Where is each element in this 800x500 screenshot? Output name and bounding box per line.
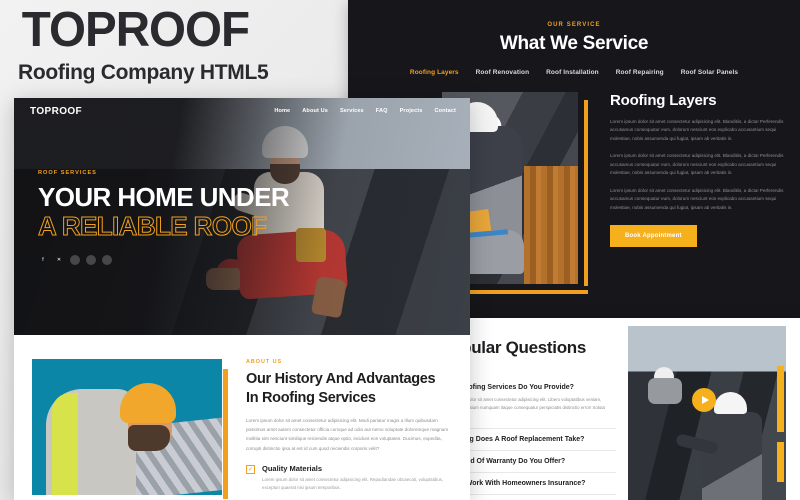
nav-item-services[interactable]: Services [340, 108, 364, 114]
service-content-heading: Roofing Layers [610, 92, 717, 109]
book-appointment-button[interactable]: Book Appointment [610, 225, 697, 248]
about-paragraph: Lorem ipsum dolor sit amet consectetur a… [246, 418, 449, 451]
service-tab-roofing-layers[interactable]: Roofing Layers [410, 69, 459, 76]
faq-accent-bar-top [777, 366, 784, 432]
nav-item-about-us[interactable]: About Us [302, 108, 328, 114]
service-tab-roof-renovation[interactable]: Roof Renovation [476, 69, 530, 76]
feature-description: Lorem ipsum dolor sit amet consectetur a… [262, 476, 444, 491]
site-logo[interactable]: TOPROOF [30, 106, 82, 117]
service-tab-roof-installation[interactable]: Roof Installation [546, 69, 599, 76]
wood-texture [524, 166, 578, 284]
main-site-panel: TOPROOF Home About Us Services FAQ Proje… [14, 98, 470, 500]
service-heading: What We Service [499, 33, 649, 54]
nav-item-home[interactable]: Home [274, 108, 290, 114]
about-heading-line2: In Roofing Services [246, 389, 376, 406]
faq-inner: Popular Questions What Roofing Services … [412, 318, 800, 500]
about-section: ABOUT US Our History And Advantages In R… [14, 335, 470, 500]
nav-item-contact[interactable]: Contact [434, 108, 456, 114]
service-accent-bar [584, 100, 588, 286]
service-text-block: Roofing Layers Lorem ipsum dolor sit ame… [588, 92, 786, 292]
brand-title: TOPROOF [21, 3, 250, 57]
hard-hat-icon [120, 383, 176, 423]
hero-copy: ROOF SERVICES YOUR HOME UNDER A RELIABLE… [37, 170, 290, 266]
service-paragraph-2: Lorem ipsum dolor sit amet consectetur a… [610, 153, 784, 176]
about-eyebrow-label: ABOUT US [246, 359, 283, 365]
about-heading-line1: Our History And Advantages [246, 371, 436, 387]
about-text-block: ABOUT US Our History And Advantages In R… [228, 359, 454, 500]
site-header: TOPROOF Home About Us Services FAQ Proje… [14, 98, 470, 124]
about-accent-bar [223, 369, 228, 499]
faq-accent-bar-bottom [777, 442, 784, 482]
behance-icon[interactable] [102, 255, 112, 266]
dribbble-icon[interactable] [86, 255, 96, 266]
check-box-icon: ✓ [246, 464, 255, 474]
hero-headline-line2: A RELIABLE ROOF [37, 211, 267, 242]
worker-beard [128, 425, 170, 451]
feature-item: ✓ Quality Materials Lorem ipsum dolor si… [246, 464, 454, 493]
service-paragraph-1: Lorem ipsum dolor sit amet consectetur a… [610, 119, 784, 141]
about-heading: Our History And Advantages In Roofing Se… [246, 370, 454, 407]
nav-item-faq[interactable]: FAQ [376, 108, 388, 114]
play-triangle-icon [701, 396, 709, 404]
faq-media-column [628, 326, 796, 500]
worker-hi-vis-vest [52, 393, 78, 495]
service-eyebrow-label: OUR SERVICE [547, 22, 601, 28]
hard-hat-icon [714, 392, 747, 414]
service-tab-list: Roofing Layers Roof Renovation Roof Inst… [348, 69, 800, 76]
service-tab-roof-solar-panels[interactable]: Roof Solar Panels [681, 69, 738, 76]
about-image-frame [32, 359, 228, 499]
faq-section-panel: Popular Questions What Roofing Services … [412, 318, 800, 500]
play-button[interactable] [692, 388, 716, 412]
service-tab-roof-repairing[interactable]: Roof Repairing [616, 69, 664, 76]
feature-title: Quality Materials [262, 463, 323, 473]
primary-navigation: Home About Us Services FAQ Projects Cont… [274, 108, 456, 114]
worker-body [702, 412, 762, 500]
brand-subtitle: Roofing Company HTML5 [18, 61, 269, 84]
nav-item-projects[interactable]: Projects [400, 108, 423, 114]
service-paragraph-3: Lorem ipsum dolor sit amet consectetur a… [610, 187, 784, 210]
social-links: f ✕ [38, 255, 289, 266]
preview-stage: TOPROOF Roofing Company HTML5 OUR SERVIC… [0, 0, 800, 500]
hero-headline-line1: YOUR HOME UNDER [38, 182, 290, 212]
branding-block: TOPROOF Roofing Company HTML5 [18, 3, 269, 85]
x-twitter-icon[interactable]: ✕ [54, 255, 64, 265]
feature-text: Quality Materials Lorem ipsum dolor sit … [262, 464, 454, 493]
about-photo [32, 359, 222, 495]
faq-photo [628, 326, 786, 500]
hero-eyebrow-label: ROOF SERVICES [38, 170, 97, 176]
instagram-icon[interactable] [70, 255, 80, 266]
hero-section: TOPROOF Home About Us Services FAQ Proje… [14, 98, 470, 335]
facebook-icon[interactable]: f [38, 255, 48, 265]
worker-body [648, 378, 682, 404]
